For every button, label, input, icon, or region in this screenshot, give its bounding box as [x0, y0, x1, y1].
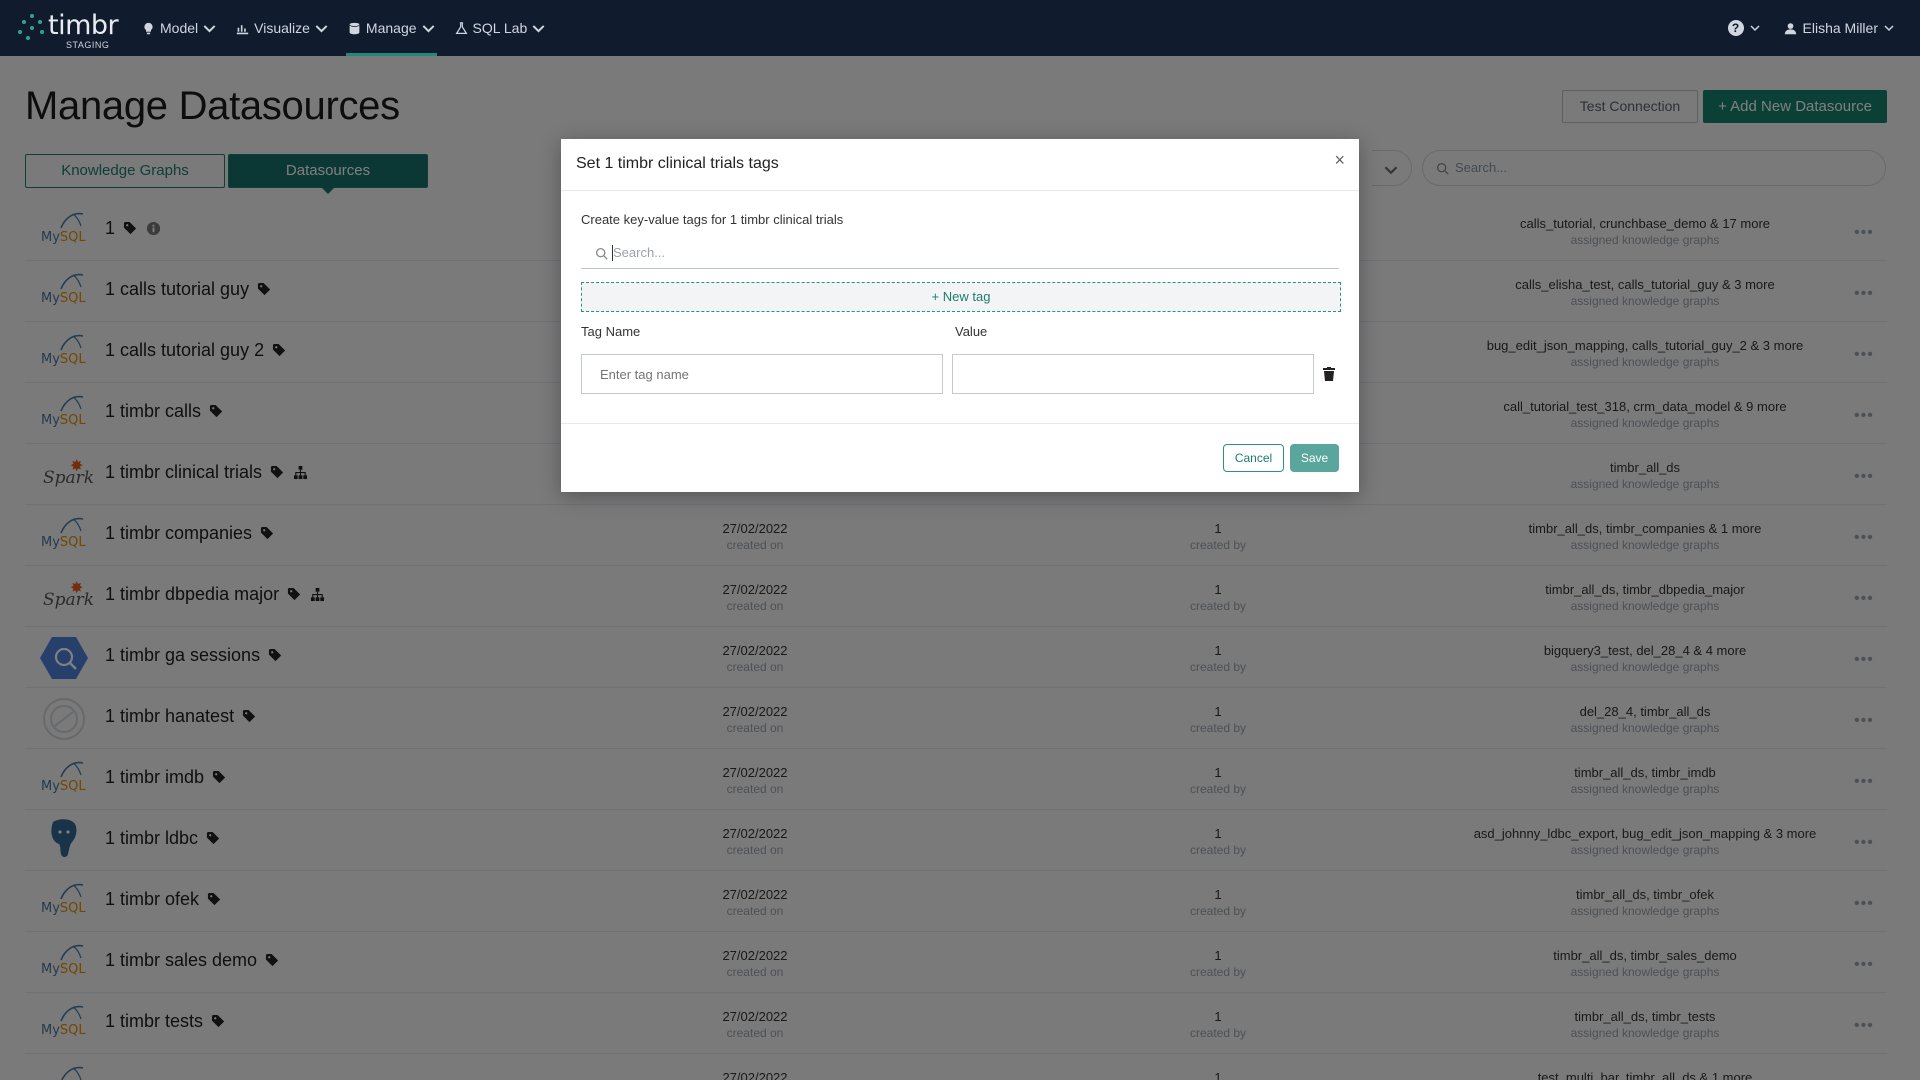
tag-value-input[interactable]: [952, 354, 1314, 394]
nav-model-label: Model: [160, 20, 199, 36]
chevron-down-icon: [203, 24, 216, 32]
lightbulb-icon: [144, 22, 153, 34]
logo-dots-icon: [18, 12, 48, 42]
tag-name-label: Tag Name: [581, 324, 641, 339]
help-menu[interactable]: ?: [1727, 20, 1760, 36]
trash-icon[interactable]: [1323, 367, 1335, 381]
database-icon: [349, 22, 360, 34]
tag-name-input[interactable]: [581, 354, 943, 394]
save-button[interactable]: Save: [1290, 444, 1339, 472]
set-tags-modal: Set 1 timbr clinical trials tags × Creat…: [561, 139, 1359, 492]
help-icon: ?: [1727, 20, 1744, 36]
flask-icon: [455, 21, 467, 34]
user-menu[interactable]: Elisha Miller: [1784, 20, 1894, 36]
chevron-down-icon: [422, 24, 434, 32]
timbr-logo[interactable]: timbr STAGING: [18, 8, 119, 52]
nav-sql-lab-label: SQL Lab: [472, 20, 528, 36]
modal-title: Set 1 timbr clinical trials tags: [576, 155, 779, 172]
nav-visualize[interactable]: Visualize: [226, 0, 338, 56]
user-icon: [1784, 22, 1796, 34]
nav-manage[interactable]: Manage: [338, 0, 445, 56]
chevron-down-icon: [315, 24, 328, 32]
new-tag-button[interactable]: + New tag: [581, 282, 1341, 312]
tag-search-input[interactable]: Search...: [581, 237, 1339, 269]
chevron-down-icon: [1750, 25, 1760, 32]
nav-manage-label: Manage: [365, 20, 417, 36]
chart-icon: [236, 24, 249, 34]
search-icon: [595, 247, 608, 260]
value-label: Value: [955, 324, 988, 339]
text-cursor: [612, 245, 613, 261]
logo-wordmark: timbr: [48, 10, 119, 41]
cancel-button[interactable]: Cancel: [1223, 444, 1284, 472]
close-icon[interactable]: ×: [1334, 150, 1345, 171]
nav-sql-lab[interactable]: SQL Lab: [445, 0, 556, 56]
chevron-down-icon: [1884, 25, 1894, 32]
modal-header: Set 1 timbr clinical trials tags ×: [561, 139, 1359, 191]
modal-divider: [561, 423, 1359, 424]
tag-search-placeholder: Search...: [613, 245, 666, 260]
modal-description: Create key-value tags for 1 timbr clinic…: [581, 212, 844, 227]
nav-visualize-label: Visualize: [254, 20, 310, 36]
user-name: Elisha Miller: [1802, 20, 1878, 36]
nav-model[interactable]: Model: [132, 0, 226, 56]
environment-label: STAGING: [66, 40, 110, 50]
top-navbar: timbr STAGING Model Visualize Manage SQL…: [0, 0, 1920, 56]
chevron-down-icon: [532, 24, 545, 32]
